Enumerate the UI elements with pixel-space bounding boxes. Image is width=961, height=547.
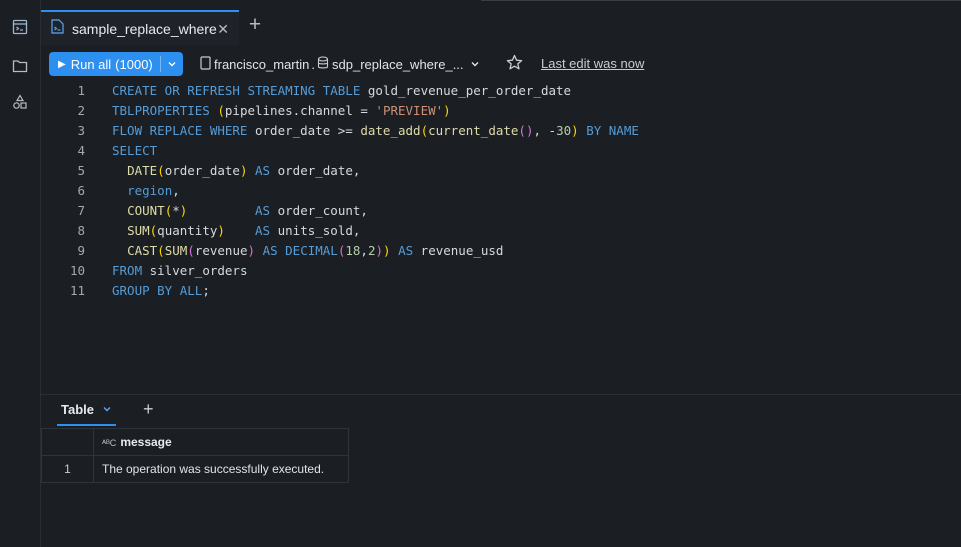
schema-selector[interactable]: sdp_replace_where_... xyxy=(317,55,480,73)
code-editor[interactable]: 1 CREATE OR REFRESH STREAMING TABLE gold_… xyxy=(41,83,961,393)
schema-name: sdp_replace_where_... xyxy=(332,56,464,72)
star-icon[interactable] xyxy=(506,54,523,76)
database-icon xyxy=(317,55,329,73)
tab-bar-divider xyxy=(481,0,961,1)
line-number: 7 xyxy=(77,203,85,218)
line-number: 10 xyxy=(69,263,85,278)
table-row[interactable]: 1 The operation was successfully execute… xyxy=(41,455,349,483)
line-number: 5 xyxy=(77,163,85,178)
toolbar: ▶ Run all (1000) francisco_martin. sdp_r… xyxy=(41,45,961,83)
add-tab-button[interactable]: + xyxy=(244,13,266,36)
line-number: 11 xyxy=(69,283,85,298)
tab-sample-replace-where[interactable]: sample_replace_where ✕ xyxy=(41,10,239,45)
file-icon xyxy=(200,55,211,73)
line-number: 8 xyxy=(77,223,85,238)
line-number: 3 xyxy=(77,123,85,138)
line-number: 1 xyxy=(77,83,85,98)
catalog-name: francisco_martin xyxy=(214,56,310,72)
run-all-count: (1000) xyxy=(115,56,153,72)
folder-icon[interactable] xyxy=(11,57,29,75)
results-panel: Table + ᴬᴮC message 1 The operation was s… xyxy=(41,394,961,547)
table-cell-message: The operation was successfully executed. xyxy=(93,455,349,483)
run-all-button[interactable]: ▶ Run all (1000) xyxy=(49,52,183,76)
line-number: 4 xyxy=(77,143,85,158)
activity-bar xyxy=(0,0,41,547)
run-button-divider xyxy=(160,56,161,72)
tab-label: sample_replace_where xyxy=(72,20,217,37)
chevron-down-icon xyxy=(470,57,480,72)
table-header-row: ᴬᴮC message xyxy=(41,428,349,456)
chevron-down-icon[interactable] xyxy=(102,402,112,417)
sql-file-icon xyxy=(51,18,64,39)
notebook-icon[interactable] xyxy=(11,18,29,36)
catalog-selector[interactable]: francisco_martin. xyxy=(200,55,317,73)
row-index: 1 xyxy=(41,455,94,483)
line-number: 2 xyxy=(77,103,85,118)
chevron-down-icon[interactable] xyxy=(167,57,177,72)
results-table: ᴬᴮC message 1 The operation was successfu… xyxy=(41,428,349,483)
tab-table[interactable]: Table xyxy=(57,395,116,426)
close-icon[interactable]: ✕ xyxy=(217,21,229,38)
row-index-header xyxy=(41,428,94,456)
add-visualization-button[interactable]: + xyxy=(143,399,154,420)
column-header-label: message xyxy=(120,435,172,449)
column-header-message[interactable]: ᴬᴮC message xyxy=(93,428,349,456)
results-tab-label: Table xyxy=(61,402,94,417)
shapes-icon[interactable] xyxy=(11,93,29,111)
run-all-label: Run all xyxy=(70,56,112,72)
tab-bar: sample_replace_where ✕ + xyxy=(41,0,961,45)
line-number: 9 xyxy=(77,243,85,258)
string-type-icon: ᴬᴮC xyxy=(102,438,117,448)
last-edit-link[interactable]: Last edit was now xyxy=(541,56,644,71)
catalog-schema-selector: francisco_martin. sdp_replace_where_... xyxy=(200,55,480,73)
play-icon: ▶ xyxy=(58,58,66,70)
line-number: 6 xyxy=(77,183,85,198)
